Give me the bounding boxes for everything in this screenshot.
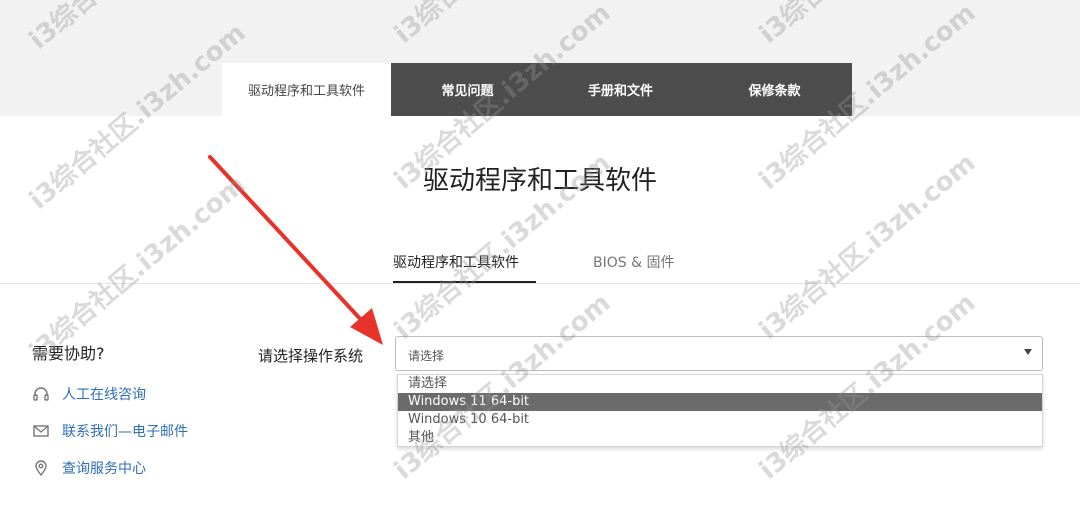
- red-arrow-annotation: [208, 155, 383, 345]
